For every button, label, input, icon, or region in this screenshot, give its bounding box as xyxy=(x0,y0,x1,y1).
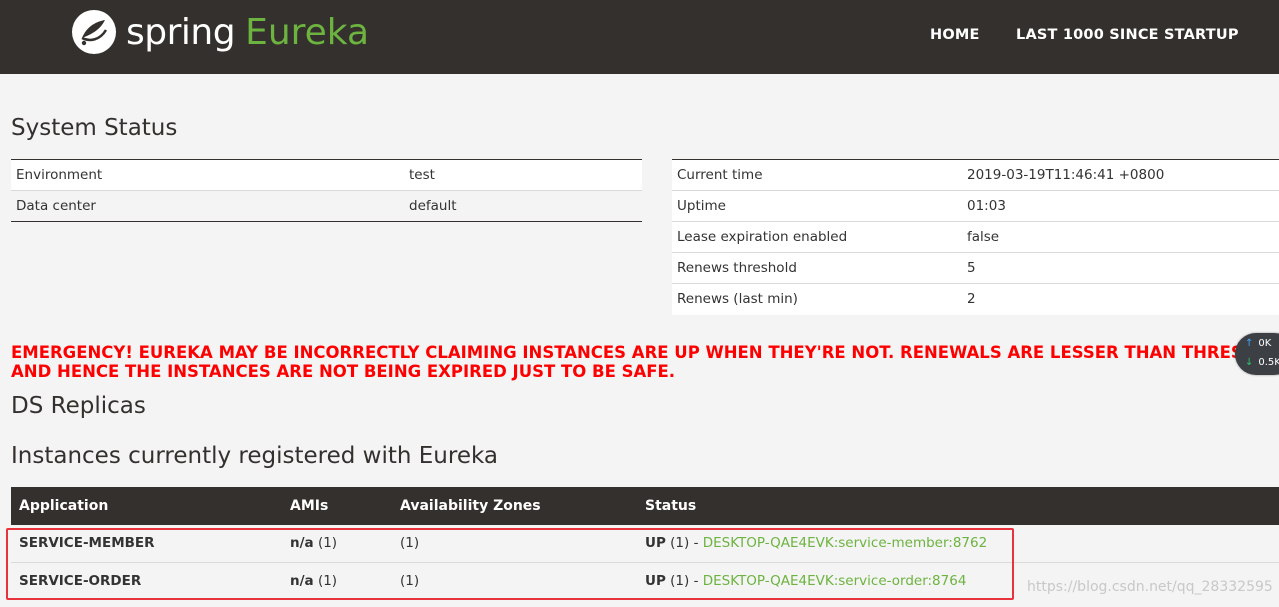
status-value: 5 xyxy=(967,260,976,276)
ami-value: n/a xyxy=(290,535,314,552)
instance-link[interactable]: DESKTOP-QAE4EVK:service-order:8764 xyxy=(703,573,967,589)
status-value: 2 xyxy=(967,291,976,308)
col-zones-header: Availability Zones xyxy=(392,487,637,525)
status-row: Renews (last min) 2 xyxy=(672,283,1279,315)
ami-count: (1) xyxy=(313,572,338,589)
brand-spring-text: spring xyxy=(126,11,236,53)
nav-last-1000-link[interactable]: LAST 1000 SINCE STARTUP xyxy=(1016,27,1239,43)
application-name: SERVICE-MEMBER xyxy=(19,535,155,552)
status-value: default xyxy=(409,198,457,214)
instances-header-row: Application AMIs Availability Zones Stat… xyxy=(11,487,1279,525)
status-row: Lease expiration enabled false xyxy=(672,221,1279,253)
table-row: SERVICE-MEMBER n/a (1) (1) UP (1) - DESK… xyxy=(11,525,1279,562)
nav-home-link[interactable]: HOME xyxy=(930,27,980,43)
brand[interactable]: spring Eureka xyxy=(70,8,369,56)
spring-leaf-icon xyxy=(72,10,116,54)
zones-value: (1) xyxy=(392,561,637,599)
status-row: Environment test xyxy=(11,159,642,191)
ds-replicas-heading: DS Replicas xyxy=(11,393,146,419)
brand-eureka-text: Eureka xyxy=(245,11,370,53)
col-amis-header: AMIs xyxy=(282,487,392,525)
status-value: false xyxy=(967,229,1000,245)
emergency-line-1: EMERGENCY! EUREKA MAY BE INCORRECTLY CLA… xyxy=(11,343,1279,362)
status-count: (1) - xyxy=(665,535,703,552)
status-count: (1) - xyxy=(665,572,703,589)
arrow-down-icon: ↓ xyxy=(1245,357,1254,368)
system-status-right-table: Current time 2019-03-19T11:46:41 +0800 U… xyxy=(672,159,1279,315)
status-key: Current time xyxy=(677,167,763,183)
status-row: Renews threshold 5 xyxy=(672,252,1279,284)
col-application-header: Application xyxy=(11,487,282,525)
emergency-line-2: AND HENCE THE INSTANCES ARE NOT BEING EX… xyxy=(11,362,676,381)
status-row: Data center default xyxy=(11,190,642,222)
system-status-heading: System Status xyxy=(11,115,178,141)
zones-value: (1) xyxy=(400,535,420,552)
application-name: SERVICE-ORDER xyxy=(19,572,142,589)
ami-value: n/a xyxy=(290,572,314,589)
status-key: Renews threshold xyxy=(677,260,797,276)
upload-speed: ↑ 0K xyxy=(1245,338,1272,349)
ami-count: (1) xyxy=(313,535,338,552)
status-row: Uptime 01:03 xyxy=(672,190,1279,222)
arrow-up-icon: ↑ xyxy=(1245,338,1254,349)
status-up: UP xyxy=(645,535,666,552)
status-value: 2019-03-19T11:46:41 +0800 xyxy=(967,167,1165,183)
col-status-header: Status xyxy=(637,487,1279,525)
network-speed-widget[interactable]: ↑ 0K ↓ 0.5K xyxy=(1235,333,1279,375)
status-value: 01:03 xyxy=(967,198,1006,214)
system-status-left-table: Environment test Data center default xyxy=(11,159,642,222)
status-key: Environment xyxy=(16,167,103,183)
status-key: Uptime xyxy=(677,198,726,214)
status-key: Lease expiration enabled xyxy=(677,229,848,245)
status-row: Current time 2019-03-19T11:46:41 +0800 xyxy=(672,159,1279,191)
instances-heading: Instances currently registered with Eure… xyxy=(11,443,498,469)
status-key: Renews (last min) xyxy=(677,291,798,308)
navbar: spring Eureka HOME LAST 1000 SINCE START… xyxy=(0,0,1279,74)
download-speed: ↓ 0.5K xyxy=(1245,357,1279,368)
status-value: test xyxy=(409,167,435,183)
instance-link[interactable]: DESKTOP-QAE4EVK:service-member:8762 xyxy=(703,535,987,551)
emergency-warning: EMERGENCY! EUREKA MAY BE INCORRECTLY CLA… xyxy=(11,343,1279,383)
status-up: UP xyxy=(645,572,666,589)
status-key: Data center xyxy=(16,198,96,214)
watermark: https://blog.csdn.net/qq_28332595 xyxy=(1027,579,1273,595)
